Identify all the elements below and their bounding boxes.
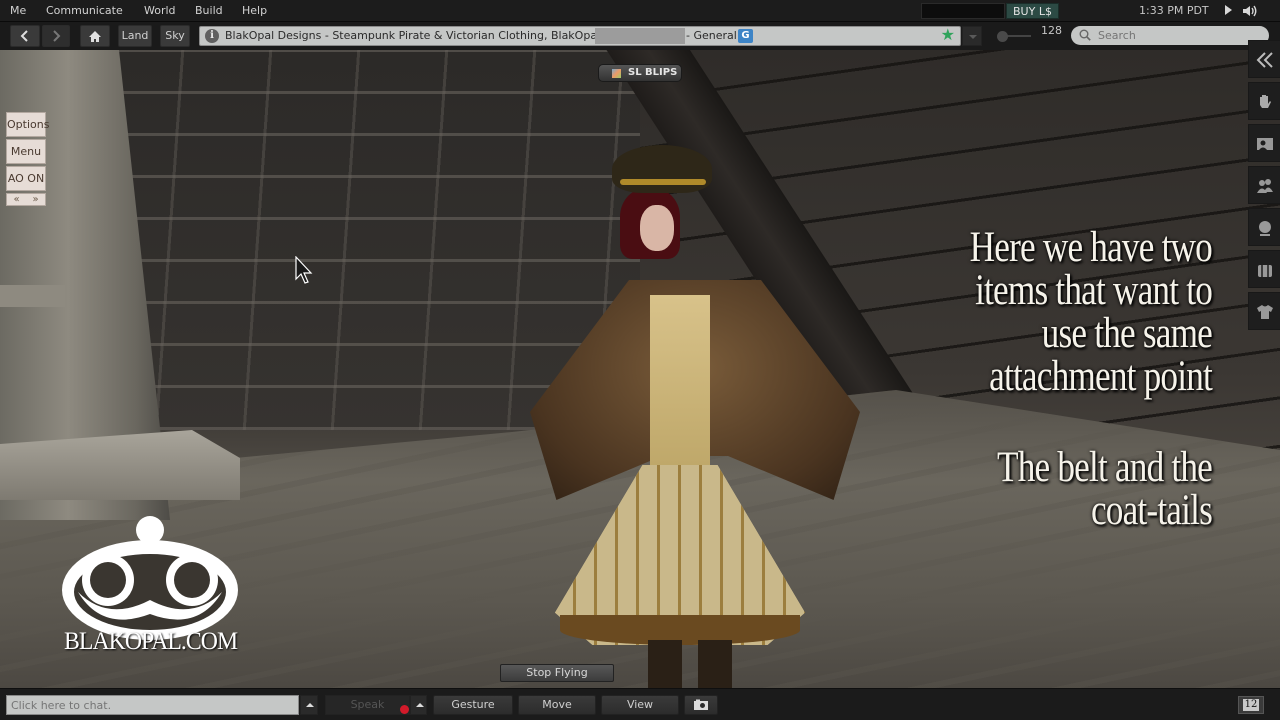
location-text: BlakOpal Designs - Steampunk Pirate & Vi… <box>225 29 601 42</box>
world-viewport[interactable]: Here we have two items that want to use … <box>0 50 1280 688</box>
search-icon <box>1079 29 1091 41</box>
avatar-boot <box>648 640 682 688</box>
location-maturity-text: - General <box>686 29 737 42</box>
globe-icon <box>1259 221 1271 236</box>
mouse-cursor-icon <box>295 256 313 284</box>
sl-blips-label: SL BLIPS <box>628 67 678 78</box>
land-button[interactable]: Land <box>118 25 152 47</box>
caption-line: attachment point <box>989 353 1213 400</box>
gesture-button[interactable]: Gesture <box>433 695 513 715</box>
hud-menu-button[interactable]: Menu <box>6 139 46 164</box>
caption-line: coat-tails <box>1090 487 1213 534</box>
caption-line: Here we have two <box>969 224 1213 271</box>
hud-options-button[interactable]: Options <box>6 112 49 137</box>
info-icon[interactable]: i <box>205 29 219 43</box>
bottom-toolbar: Speak Gesture Move View 12 <box>0 688 1280 720</box>
profile-card-icon <box>1257 138 1273 150</box>
speak-button[interactable]: Speak <box>325 695 410 715</box>
sl-blips-button[interactable]: SL BLIPS <box>598 64 682 82</box>
chat-input[interactable] <box>6 695 299 715</box>
home-icon <box>89 31 101 42</box>
avatar-hatband <box>620 179 706 185</box>
play-media-icon[interactable] <box>1225 5 1232 15</box>
menu-communicate[interactable]: Communicate <box>46 4 123 17</box>
sidebar-item-home[interactable] <box>1248 82 1280 120</box>
caption-overlay: Here we have two items that want to use … <box>868 224 1213 534</box>
volume-icon[interactable] <box>1241 3 1257 19</box>
caption-line: items that want to <box>975 267 1213 314</box>
hand-icon <box>1260 95 1271 108</box>
stone-ledge <box>0 285 65 307</box>
avatar-face <box>640 205 674 251</box>
sidebar-item-places[interactable] <box>1248 208 1280 246</box>
clock: 1:33 PM PDT <box>1139 4 1209 17</box>
menu-world[interactable]: World <box>144 4 176 17</box>
star-icon[interactable]: ★ <box>941 26 955 44</box>
logo-text: BLAKOPAL.COM <box>64 628 238 655</box>
notification-count: 12 <box>1243 699 1259 711</box>
hud-prev-button[interactable]: « <box>7 194 26 205</box>
voice-controls-button[interactable] <box>410 695 427 715</box>
general-rating-badge: G <box>738 29 753 43</box>
avatar[interactable] <box>500 145 860 688</box>
ao-hud: Options Menu AO ON « » <box>6 112 49 206</box>
menu-build[interactable]: Build <box>195 4 223 17</box>
move-button[interactable]: Move <box>518 695 596 715</box>
draw-distance-slider-track[interactable] <box>1005 35 1031 37</box>
chevron-right-icon <box>53 30 61 42</box>
search-input[interactable] <box>1098 26 1258 45</box>
menu-bar: Me Communicate World Build Help BUY L$ 1… <box>0 0 1280 22</box>
sidebar-item-me[interactable] <box>1248 124 1280 162</box>
hud-arrows: « » <box>6 193 46 206</box>
sidebar-collapse-button[interactable] <box>1248 40 1280 78</box>
avatar-bodice <box>650 295 710 465</box>
stop-flying-button[interactable]: Stop Flying <box>500 664 614 682</box>
forward-button[interactable] <box>42 25 70 47</box>
caption-line: The belt and the <box>996 444 1213 491</box>
draw-distance-value: 128 <box>1041 24 1062 37</box>
people-icon <box>1257 179 1273 193</box>
location-history-dropdown[interactable] <box>962 26 982 46</box>
hud-ao-toggle[interactable]: AO ON <box>6 166 46 191</box>
redacted-region <box>595 28 685 44</box>
location-bar[interactable]: i BlakOpal Designs - Steampunk Pirate & … <box>199 26 961 46</box>
draw-distance-slider-knob[interactable] <box>997 31 1008 42</box>
caption-line: use the same <box>1041 310 1213 357</box>
navigation-bar: Land Sky i BlakOpal Designs - Steampunk … <box>0 22 1280 50</box>
suitcase-icon <box>1258 265 1272 277</box>
home-button[interactable] <box>80 25 110 47</box>
back-button[interactable] <box>10 25 40 47</box>
chat-history-button[interactable] <box>300 695 318 715</box>
sky-button[interactable]: Sky <box>160 25 190 47</box>
linden-balance[interactable] <box>921 3 1005 19</box>
avatar-boot <box>698 640 732 688</box>
notification-counter[interactable]: 12 <box>1238 696 1264 714</box>
blips-icon <box>612 69 621 78</box>
search-box[interactable] <box>1071 26 1269 45</box>
menu-help[interactable]: Help <box>242 4 267 17</box>
snapshot-button[interactable] <box>684 695 718 715</box>
shirt-icon <box>1257 305 1273 319</box>
voice-disabled-icon <box>400 705 409 714</box>
camera-icon <box>694 699 708 710</box>
hud-next-button[interactable]: » <box>26 194 45 205</box>
sidebar-item-appearance[interactable] <box>1248 292 1280 330</box>
double-chevron-left-icon <box>1256 52 1273 68</box>
sidebar-item-people[interactable] <box>1248 166 1280 204</box>
view-button[interactable]: View <box>601 695 679 715</box>
chevron-left-icon <box>20 30 28 42</box>
sidebar-item-inventory[interactable] <box>1248 250 1280 288</box>
menu-me[interactable]: Me <box>10 4 26 17</box>
avatar-hat <box>612 145 712 193</box>
sidebar-tabs <box>1248 40 1280 334</box>
buy-linden-button[interactable]: BUY L$ <box>1006 3 1059 19</box>
